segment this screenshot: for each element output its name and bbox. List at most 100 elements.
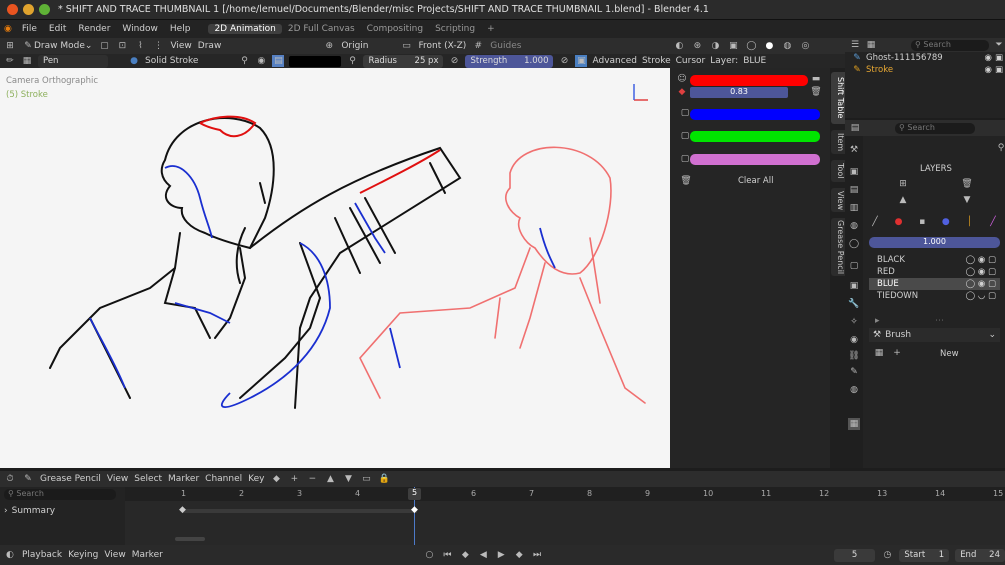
- timeline-editor-icon[interactable]: ◐: [4, 549, 16, 561]
- jump-end-icon[interactable]: ⏭: [531, 549, 543, 561]
- overlays-icon[interactable]: ◑: [709, 40, 721, 52]
- tab-view[interactable]: View: [831, 188, 845, 212]
- menu-timeline-marker[interactable]: Marker: [132, 550, 163, 560]
- pin-icon-2[interactable]: ⚲: [346, 55, 358, 67]
- eye-icon[interactable]: ◉: [985, 53, 992, 63]
- brush-panel-header[interactable]: ⚒ Brush ⌄: [869, 328, 1000, 342]
- clear-all-button[interactable]: Clear All: [738, 176, 773, 186]
- clock-icon[interactable]: ◷: [881, 549, 893, 561]
- tab-scripting[interactable]: Scripting: [429, 24, 481, 34]
- color-bar-blue[interactable]: [690, 109, 820, 120]
- axis-gizmo[interactable]: [628, 78, 658, 108]
- delete-layer-icon[interactable]: 🗑: [961, 178, 973, 190]
- shading-solid-icon[interactable]: ●: [763, 40, 775, 52]
- dots-icon[interactable]: ⋮: [152, 40, 164, 52]
- layer-visibility-icon-4[interactable]: ◯ ◡ ▢: [966, 291, 1000, 301]
- shading-rendered-icon[interactable]: ◎: [799, 40, 811, 52]
- dopesheet-menu-key[interactable]: Key: [248, 474, 264, 484]
- brush-color-swatch[interactable]: [289, 55, 342, 67]
- render-tab-icon[interactable]: ▣: [848, 166, 860, 178]
- editor-type-icon[interactable]: ⊞: [4, 40, 16, 52]
- guides-toggle[interactable]: Guides: [490, 41, 521, 51]
- tab-2d-full-canvas[interactable]: 2D Full Canvas: [282, 24, 361, 34]
- keyframe-icon-1[interactable]: ◆: [179, 505, 186, 515]
- dopesheet-menu-marker[interactable]: Marker: [168, 474, 199, 484]
- layer-row-black[interactable]: BLACK ◯ ◉ ▢: [869, 254, 1000, 266]
- shading-material-icon[interactable]: ◍: [781, 40, 793, 52]
- outliner-search-input[interactable]: ⚲ Search: [911, 39, 989, 51]
- blue-dot-icon[interactable]: ●: [940, 216, 952, 228]
- tab-2d-animation[interactable]: 2D Animation: [208, 24, 282, 34]
- tab-item[interactable]: Item: [831, 130, 845, 154]
- menu-file[interactable]: File: [16, 24, 43, 34]
- multiframe-icon[interactable]: ▢: [98, 40, 110, 52]
- scrollbar[interactable]: [175, 537, 205, 541]
- pressure-icon-2[interactable]: ⊘: [558, 55, 570, 67]
- snapping-icon[interactable]: ▭: [360, 473, 372, 485]
- effects-tab-icon[interactable]: ✧: [848, 316, 860, 328]
- lock-icon-3[interactable]: ▢: [679, 153, 691, 165]
- next-key-icon[interactable]: ◆: [513, 549, 525, 561]
- jump-start-icon[interactable]: ⏮: [441, 549, 453, 561]
- modifier-tab-icon[interactable]: 🔧: [848, 298, 860, 310]
- camera-icon[interactable]: ▣: [995, 53, 1005, 63]
- outliner-item-ghost[interactable]: ✎ Ghost-111156789 ◉ ▣: [845, 52, 1005, 64]
- layer-row-blue[interactable]: BLUE ◯ ◉ ▢: [869, 278, 1000, 290]
- outliner-item-stroke[interactable]: ✎ Stroke ◉ ▣: [845, 64, 1005, 76]
- summary-row[interactable]: › Summary: [0, 506, 125, 516]
- scene-tab-icon[interactable]: ◍: [848, 220, 860, 232]
- properties-editor-icon[interactable]: ▤: [849, 122, 861, 134]
- color-bar-green[interactable]: [690, 131, 820, 142]
- visibility-icon[interactable]: ◐: [673, 40, 685, 52]
- origin-dropdown[interactable]: Origin: [341, 41, 368, 51]
- keyframe-icon[interactable]: ◆: [270, 473, 282, 485]
- grid-icon[interactable]: #: [472, 40, 484, 52]
- current-frame-field[interactable]: 5: [833, 548, 876, 562]
- radius-field[interactable]: Radius 25 px: [363, 54, 444, 68]
- dopesheet-mode-dropdown[interactable]: Grease Pencil: [40, 474, 101, 484]
- add-keyframe-icon[interactable]: +: [288, 473, 300, 485]
- texture-tab-icon[interactable]: ▦: [848, 418, 860, 430]
- view-layer-tab-icon[interactable]: ▥: [848, 202, 860, 214]
- add-brush-icon[interactable]: +: [891, 347, 903, 359]
- filter-icon[interactable]: ⏷: [993, 39, 1005, 51]
- maximize-window-button[interactable]: [39, 4, 50, 15]
- end-frame-field[interactable]: End 24: [955, 548, 1005, 562]
- start-frame-field[interactable]: Start 1: [899, 548, 950, 562]
- line-icon[interactable]: │: [963, 216, 975, 228]
- layer-opacity-slider[interactable]: 1.000: [869, 237, 1000, 248]
- data-tab-icon[interactable]: ✎: [848, 366, 860, 378]
- menu-view[interactable]: View: [170, 41, 191, 51]
- brush-selector[interactable]: Pen: [38, 54, 108, 68]
- menu-timeline-view[interactable]: View: [104, 550, 125, 560]
- object-tab-icon[interactable]: ▣: [848, 280, 860, 292]
- play-reverse-icon[interactable]: ◀: [477, 549, 489, 561]
- color-bar-red[interactable]: [690, 75, 808, 86]
- tab-tool[interactable]: Tool: [831, 160, 845, 182]
- autolock-icon[interactable]: ⊡: [116, 40, 128, 52]
- settings-icon[interactable]: ▬: [810, 73, 822, 85]
- constraint-tab-icon[interactable]: ⛓: [848, 350, 860, 362]
- add-layer-icon[interactable]: ⊞: [897, 178, 909, 190]
- purple-icon[interactable]: ╱: [987, 216, 999, 228]
- play-icon[interactable]: ▶: [495, 549, 507, 561]
- physics-tab-icon[interactable]: ◉: [848, 334, 860, 346]
- shift-value-field[interactable]: 0.83: [690, 87, 788, 98]
- menu-help[interactable]: Help: [164, 24, 197, 34]
- lock-icon-4[interactable]: 🔒: [378, 473, 390, 485]
- close-window-button[interactable]: [7, 4, 18, 15]
- arrow-up-icon[interactable]: ▲: [324, 473, 336, 485]
- eye-icon-2[interactable]: ◉: [985, 65, 992, 75]
- lock-icon-2[interactable]: ▢: [679, 130, 691, 142]
- onion-icon[interactable]: ◆: [676, 86, 688, 98]
- frame-ruler[interactable]: [125, 487, 1005, 501]
- lock-icon[interactable]: ▢: [679, 107, 691, 119]
- strength-slider[interactable]: Strength 1.000: [465, 54, 554, 68]
- pen-tool-small-icon[interactable]: ╱: [869, 216, 881, 228]
- dopesheet-menu-channel[interactable]: Channel: [205, 474, 242, 484]
- display-mode-icon[interactable]: ▦: [865, 39, 877, 51]
- add-workspace-button[interactable]: +: [481, 24, 501, 34]
- menu-edit[interactable]: Edit: [43, 24, 72, 34]
- ghost-icon[interactable]: ☺: [676, 73, 688, 85]
- dopesheet-timeline[interactable]: 123456789101112131415 5 ◆ ◆: [125, 487, 1005, 545]
